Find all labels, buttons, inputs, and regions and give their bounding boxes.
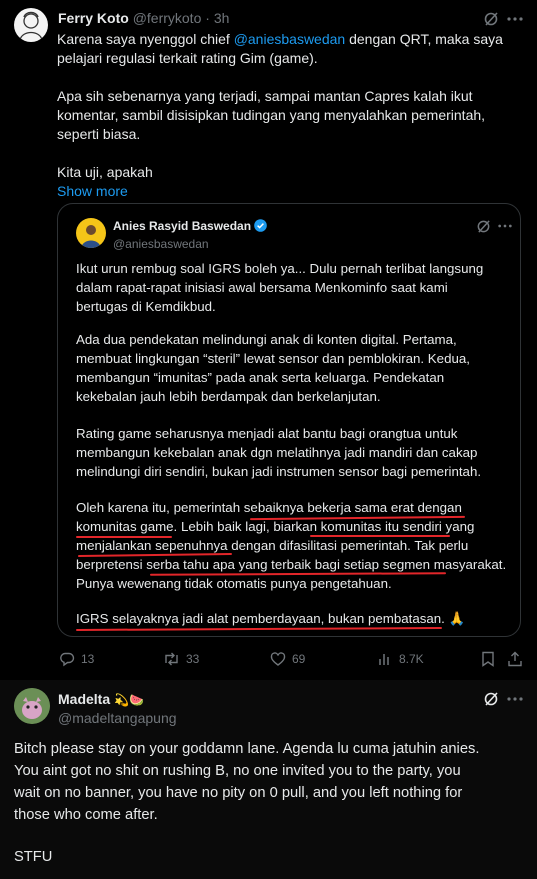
tweet-line-2: pelajari regulasi terkait rating Gim (ga… xyxy=(57,50,318,66)
reply-count: 13 xyxy=(81,652,95,666)
ferry-koto-avatar[interactable] xyxy=(14,8,48,42)
tweet-paragraph-2: Apa sih sebenarnya yang terjadi, sampai … xyxy=(57,88,486,142)
grok-icon[interactable] xyxy=(483,11,499,27)
reply-more-icon[interactable] xyxy=(506,691,524,707)
reply-icon xyxy=(60,652,75,667)
share-icon[interactable] xyxy=(507,651,523,667)
tweet-text: Karena saya nyenggol chief @aniesbasweda… xyxy=(57,30,527,201)
underline-annotation xyxy=(76,536,172,538)
like-count: 69 xyxy=(292,652,306,666)
tweet-paragraph-3: Kita uji, apakah xyxy=(57,164,153,180)
retweet-icon xyxy=(165,652,178,666)
quote-paragraph-1: Ikut urun rembug soal IGRS boleh ya... D… xyxy=(76,261,484,314)
retweet-count: 33 xyxy=(186,652,200,666)
quote-paragraph-2: Ada dua pendekatan melindungi anak di ko… xyxy=(76,332,470,404)
anies-avatar[interactable] xyxy=(76,218,106,248)
reply-handle[interactable]: @madeltangapung xyxy=(58,709,177,727)
like-action[interactable]: 69 xyxy=(270,651,305,667)
mention-link[interactable]: @aniesbaswedan xyxy=(234,31,346,47)
tweet-time[interactable]: · 3h xyxy=(205,10,229,26)
views-count: 8.7K xyxy=(399,652,424,666)
author-name[interactable]: Ferry Koto xyxy=(58,10,129,26)
quote-grok-icon[interactable] xyxy=(475,218,491,234)
madelta-avatar[interactable] xyxy=(14,688,50,724)
quote-handle[interactable]: @aniesbaswedan xyxy=(113,236,267,252)
quote-paragraph-4: Oleh karena itu, pemerintah sebaiknya be… xyxy=(76,500,507,591)
reply-paragraph-1: Bitch please stay on your goddamn lane. … xyxy=(14,741,480,823)
reply-grok-icon[interactable] xyxy=(483,691,499,707)
underline-annotation xyxy=(310,535,450,537)
reply-paragraph-2: STFU xyxy=(14,849,53,865)
reply-header: Madelta 💫🍉 @madeltangapung xyxy=(58,690,177,727)
bookmark-icon[interactable] xyxy=(480,651,496,667)
show-more-link[interactable]: Show more xyxy=(57,182,527,201)
quote-paragraph-3: Rating game seharusnya menjadi alat bant… xyxy=(76,426,482,479)
retweet-action[interactable]: 33 xyxy=(163,651,199,667)
reply-author-name[interactable]: Madelta xyxy=(58,691,110,707)
like-icon xyxy=(270,652,286,666)
tweet-line-1: Karena saya nyenggol chief @aniesbasweda… xyxy=(57,31,503,47)
quote-paragraph-5: IGRS selayaknya jadi alat pemberdayaan, … xyxy=(76,611,466,626)
author-handle[interactable]: @ferrykoto xyxy=(133,10,202,26)
tweet-header: Ferry Koto @ferrykoto · 3h xyxy=(58,10,229,26)
reply-author-emojis: 💫🍉 xyxy=(114,693,144,707)
quote-author-name[interactable]: Anies Rasyid Baswedan xyxy=(113,219,251,233)
more-icon[interactable] xyxy=(506,11,524,27)
quote-more-icon[interactable] xyxy=(497,218,513,234)
verified-badge-icon xyxy=(254,219,268,236)
reply-action[interactable]: 13 xyxy=(59,651,94,667)
views-action[interactable]: 8.7K xyxy=(377,651,424,667)
views-icon xyxy=(379,654,389,665)
quote-header: Anies Rasyid Baswedan @aniesbaswedan xyxy=(113,218,268,252)
